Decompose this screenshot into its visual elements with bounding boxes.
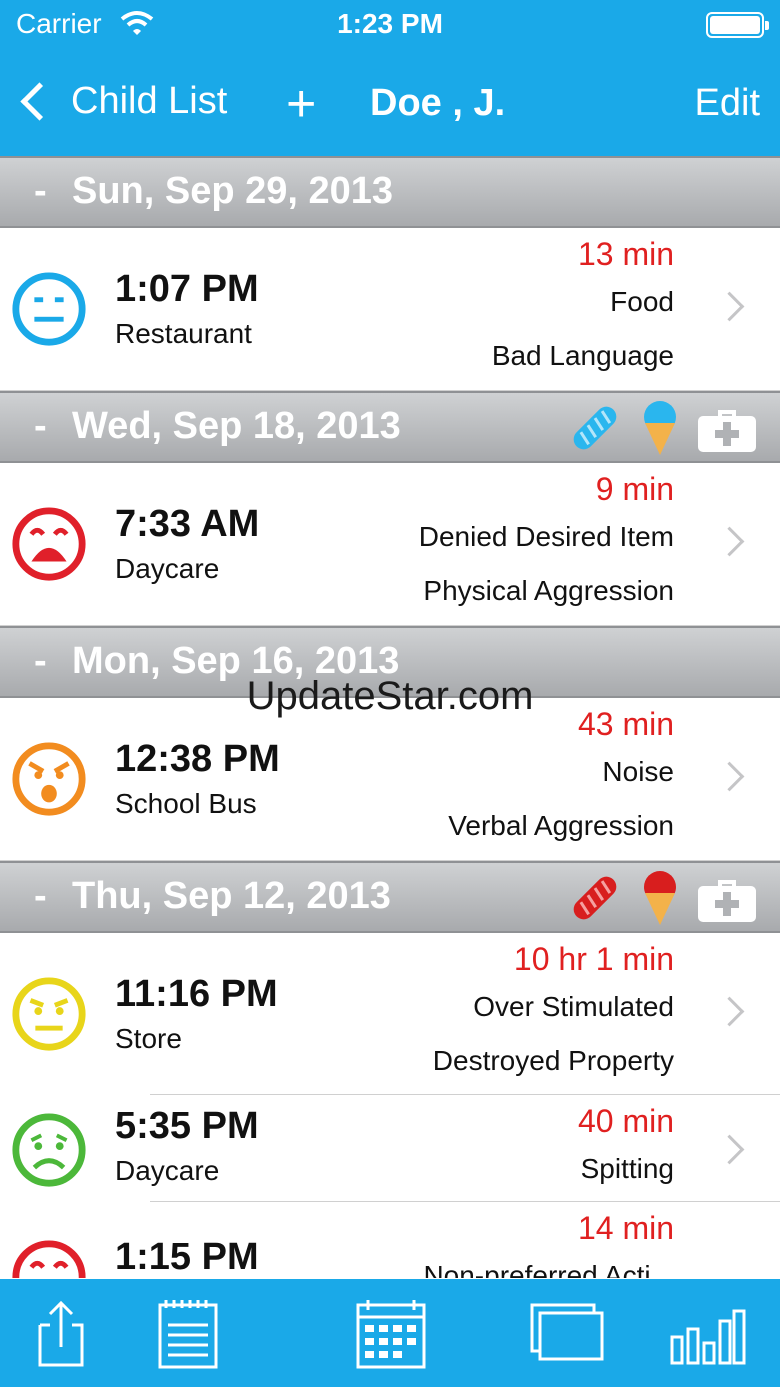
incident-antecedent: Spitting [580, 1153, 674, 1184]
calendar-icon[interactable] [352, 1297, 432, 1369]
incident-antecedent: Non-preferred Acti... [423, 1260, 674, 1278]
incident-row[interactable]: 1:07 PM Restaurant 13 min Food Bad Langu… [0, 228, 780, 391]
incident-duration: 43 min [577, 706, 674, 742]
incident-antecedent: Over Stimulated [473, 991, 674, 1022]
incident-row[interactable]: 1:15 PM 14 min Non-preferred Acti... [0, 1202, 780, 1278]
incident-details: 13 min Food Bad Language [492, 236, 674, 394]
medkit-icon [698, 880, 756, 922]
incident-time: 7:33 AM [115, 503, 260, 545]
section-icons [566, 399, 758, 457]
incident-row[interactable]: 7:33 AM Daycare 9 min Denied Desired Ite… [0, 463, 780, 626]
incident-place: Daycare [115, 1155, 220, 1186]
notes-icon[interactable] [150, 1297, 230, 1369]
medkit-icon [698, 410, 756, 452]
incident-row[interactable]: 11:16 PM Store 10 hr 1 min Over Stimulat… [0, 933, 780, 1095]
incident-antecedent: Denied Desired Item [418, 521, 674, 552]
share-icon[interactable] [26, 1297, 106, 1369]
sad-face-icon [12, 1113, 86, 1187]
child-name-title: Doe , J. [370, 82, 506, 124]
incident-details: 9 min Denied Desired Item Physical Aggre… [419, 471, 674, 629]
incident-time: 11:16 PM [115, 973, 278, 1015]
collapse-dash: - [34, 640, 47, 682]
incident-antecedent: Noise [602, 756, 674, 787]
chevron-right-icon [714, 291, 745, 322]
incident-behavior: Bad Language [491, 340, 674, 371]
incident-behavior: Verbal Aggression [448, 810, 674, 841]
ice-cream-icon [644, 401, 676, 455]
ice-cream-icon [644, 871, 676, 925]
incident-duration: 10 hr 1 min [513, 941, 674, 977]
windows-icon[interactable] [528, 1297, 608, 1369]
incident-behavior: Destroyed Property [432, 1045, 674, 1076]
back-button[interactable]: Child List [16, 80, 227, 123]
incident-place: Daycare [115, 553, 220, 584]
crying-face-icon [12, 1240, 86, 1278]
angry-face-icon [12, 742, 86, 816]
incident-duration: 9 min [595, 471, 674, 507]
incident-duration: 40 min [577, 1103, 674, 1139]
collapse-dash: - [34, 875, 47, 917]
date-section-header[interactable]: - Thu, Sep 12, 2013 [0, 861, 780, 933]
incident-place: Restaurant [115, 318, 252, 349]
incident-time: 1:15 PM [115, 1236, 259, 1278]
incident-row[interactable]: 5:35 PM Daycare 40 min Spitting [0, 1095, 780, 1202]
bread-icon [573, 876, 617, 920]
incident-row[interactable]: 12:38 PM School Bus 43 min Noise Verbal … [0, 698, 780, 861]
bread-icon [573, 406, 617, 450]
incident-place: Store [115, 1023, 182, 1054]
incident-list[interactable]: - Sun, Sep 29, 2013 1:07 PM Restaurant 1… [0, 156, 780, 1278]
collapse-dash: - [34, 405, 47, 447]
status-bar: Carrier 1:23 PM [0, 0, 780, 52]
chevron-right-icon [714, 996, 745, 1027]
status-time: 1:23 PM [337, 8, 443, 39]
section-date: Sun, Sep 29, 2013 [72, 170, 394, 212]
nav-bar: Child List + Doe , J. Edit [0, 60, 780, 148]
incident-details: 10 hr 1 min Over Stimulated Destroyed Pr… [433, 941, 674, 1099]
date-section-header[interactable]: - Wed, Sep 18, 2013 [0, 391, 780, 463]
crying-face-icon [12, 507, 86, 581]
chevron-right-icon [714, 526, 745, 557]
section-icons [566, 869, 758, 927]
date-section-header[interactable]: - Sun, Sep 29, 2013 [0, 156, 780, 228]
chevron-right-icon [714, 761, 745, 792]
incident-details: 40 min Spitting [578, 1103, 674, 1207]
edit-button[interactable]: Edit [695, 82, 760, 125]
collapse-dash: - [34, 170, 47, 212]
incident-place: School Bus [115, 788, 257, 819]
top-bar: Carrier 1:23 PM Child List + Doe , J. Ed… [0, 0, 780, 156]
incident-duration: 14 min [577, 1210, 674, 1246]
incident-time: 1:07 PM [115, 268, 259, 310]
chevron-left-icon [20, 82, 59, 121]
date-section-header[interactable]: - Mon, Sep 16, 2013 [0, 626, 780, 698]
incident-antecedent: Food [610, 286, 674, 317]
bottom-toolbar [0, 1279, 780, 1387]
neutral-face-icon [12, 272, 86, 346]
section-date: Mon, Sep 16, 2013 [72, 640, 400, 682]
incident-details: 43 min Noise Verbal Aggression [448, 706, 674, 864]
incident-details: 14 min Non-preferred Acti... [423, 1210, 674, 1278]
chevron-right-icon [714, 1134, 745, 1165]
incident-behavior: Physical Aggression [423, 575, 674, 606]
battery-icon [706, 12, 769, 38]
section-date: Wed, Sep 18, 2013 [72, 405, 401, 447]
incident-time: 12:38 PM [115, 738, 280, 780]
incident-time: 5:35 PM [115, 1105, 259, 1147]
chart-icon[interactable] [668, 1297, 748, 1369]
annoyed-face-icon [12, 977, 86, 1051]
back-label: Child List [71, 80, 228, 122]
add-button[interactable]: + [286, 74, 316, 134]
incident-duration: 13 min [577, 236, 674, 272]
section-date: Thu, Sep 12, 2013 [72, 875, 391, 917]
